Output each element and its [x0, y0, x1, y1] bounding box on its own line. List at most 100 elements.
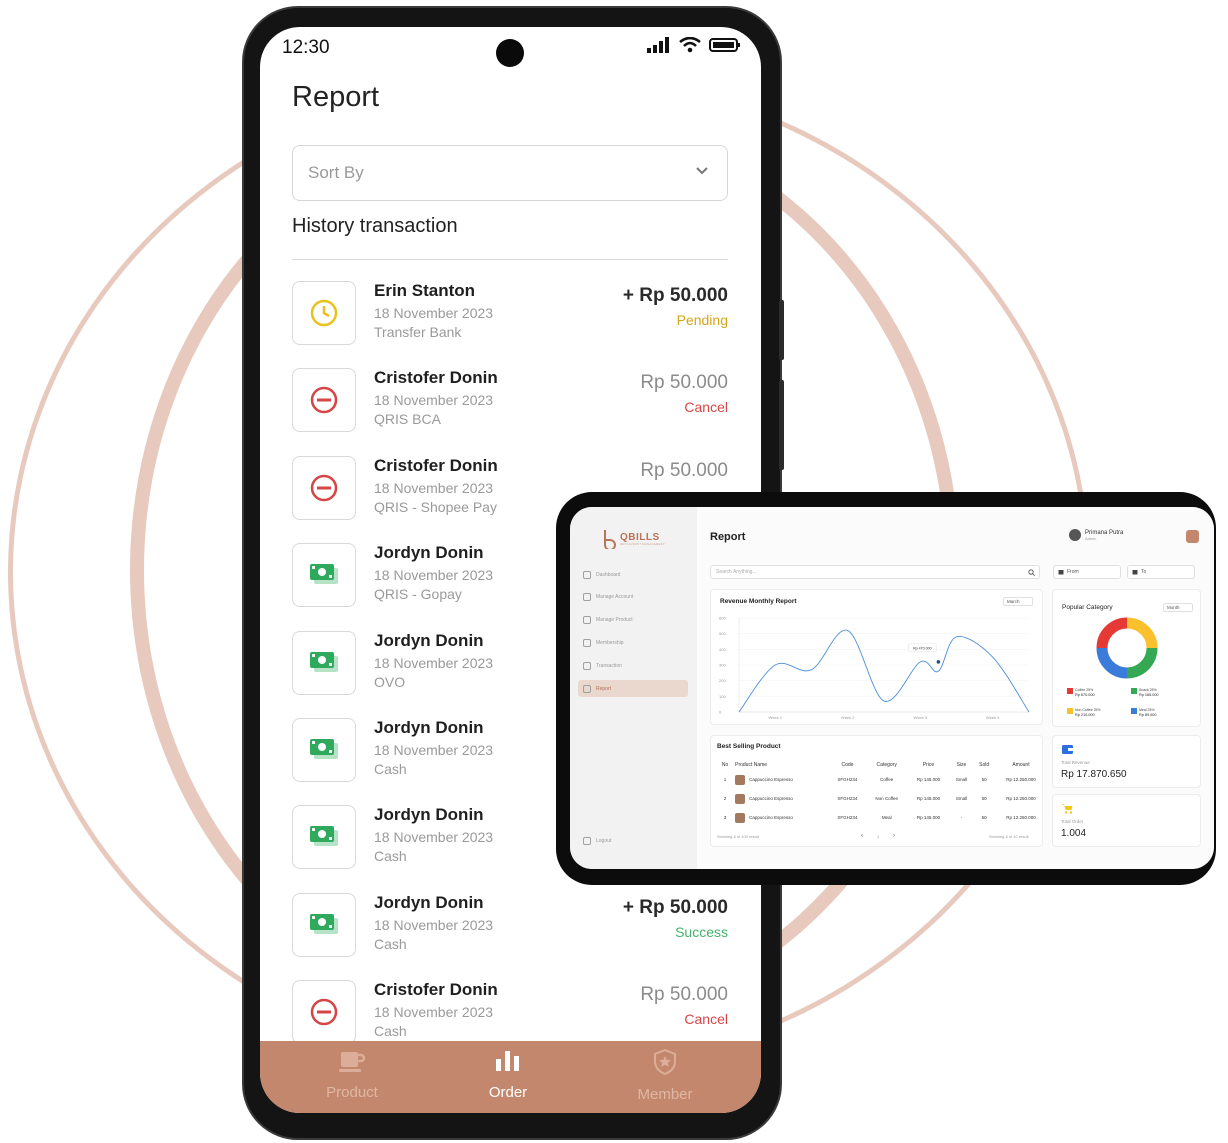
sidebar-item-manage-account[interactable]: Manage Account [578, 589, 688, 606]
product-name: Cappuccino Espresso [749, 814, 793, 820]
table-row[interactable]: 2 Cappuccino Espresso XFGH234 Non Coffee Rp … [717, 789, 1047, 808]
table-cell: 2 [723, 796, 727, 801]
legend-swatch [1131, 708, 1137, 714]
transaction-icon-box [292, 281, 356, 345]
transaction-date: 18 November 2023 [374, 829, 494, 846]
transaction-amount: + Rp 50.000 [622, 285, 728, 306]
phone-side-button [779, 300, 784, 360]
avatar [1069, 529, 1081, 541]
y-tick-label: 100 [719, 694, 726, 699]
logout-icon [583, 836, 591, 845]
page-title: Report [292, 81, 380, 113]
donut-slice [1126, 647, 1158, 679]
donut-slice [1096, 617, 1128, 649]
product-name: Cappuccino Espresso [749, 795, 793, 801]
best-selling-table: No Product Name Code Category Price Size Sold A… [717, 760, 1047, 827]
sidebar-item-manage-product[interactable]: Manage Product [578, 612, 688, 629]
pagination-next-icon[interactable]: › [893, 833, 895, 839]
transaction-row[interactable]: Cristofer Donin 18 November 2023 Cash Rp 50… [292, 980, 728, 1048]
pagination-page[interactable]: 1 [877, 834, 879, 839]
nav-label-product: Product [326, 1084, 378, 1101]
transaction-icon-box [292, 892, 356, 957]
sidebar-item-report[interactable]: Report [578, 680, 688, 697]
donut-slice [1096, 647, 1128, 679]
user-profile[interactable]: Primana Putra Admin [1069, 529, 1123, 541]
transaction-icon-box [292, 718, 356, 782]
sidebar-item-membership[interactable]: Membership [578, 634, 688, 651]
table-cell: XFGH234 [837, 815, 858, 820]
transaction-row[interactable]: Erin Stanton 18 November 2023 Transfer Ban… [292, 281, 728, 349]
column-header: Category [876, 762, 897, 768]
brand-name: QBILLS [620, 532, 660, 543]
history-title: History transaction [292, 215, 458, 237]
table-row[interactable]: 3 Cappuccino Espresso XFGH234 Meal Rp 145.00… [717, 808, 1047, 827]
transaction-amount: Rp 50.000 [640, 459, 728, 481]
date-to-label: To [1141, 569, 1147, 575]
cash-icon [310, 826, 338, 847]
coffee-cup-icon [339, 1052, 366, 1072]
transaction-row[interactable]: Jordyn Donin 18 November 2023 Cash + Rp 50.… [292, 892, 728, 961]
transaction-name: Jordyn Donin [374, 630, 484, 650]
menu-icon [583, 570, 591, 579]
table-cell: Rp 145.000 [916, 815, 941, 820]
transaction-method: Cash [374, 848, 407, 865]
signal-icon [647, 37, 669, 53]
y-tick-label: 500 [719, 631, 726, 636]
sidebar: QBILLS RESTAURANT MANAGEMENT Dashboard Ma… [570, 507, 697, 869]
pagination-prev-icon[interactable]: ‹ [861, 833, 863, 839]
cash-icon [310, 913, 338, 934]
notification-bell-icon[interactable] [1186, 530, 1199, 543]
transaction-name: Erin Stanton [374, 281, 476, 300]
wifi-icon [679, 37, 701, 53]
sidebar-item-dashboard[interactable]: Dashboard [578, 566, 688, 583]
divider [292, 259, 728, 260]
nav-item-product[interactable]: Product [282, 1049, 422, 1101]
highlight-point [936, 660, 941, 664]
transaction-name: Jordyn Donin [374, 805, 484, 825]
total-order-card: Total Order 1.004 [1052, 794, 1201, 847]
sidebar-item-label: Manage Product [596, 617, 633, 624]
sidebar-item-transaction[interactable]: Transaction [578, 657, 688, 674]
transaction-date: 18 November 2023 [374, 305, 494, 321]
popular-category-card: Popular Category Month Coffee 25% Rp 670.… [1052, 589, 1201, 727]
qbills-logo-icon [604, 530, 616, 549]
table-cell: XFGH234 [837, 796, 858, 801]
transaction-icon-box [292, 980, 356, 1045]
menu-icon [583, 616, 591, 625]
table-cell: 1 [723, 777, 727, 782]
menu-icon [583, 684, 591, 693]
brand-logo: QBILLS RESTAURANT MANAGEMENT [602, 529, 665, 549]
transaction-method: QRIS - Shopee Pay [374, 498, 497, 515]
legend-swatch [1067, 688, 1073, 694]
logout-button[interactable]: Logout [578, 832, 688, 849]
table-cell: Small [955, 796, 968, 801]
column-header: Product Name [735, 762, 768, 768]
transaction-status: Success [675, 923, 728, 940]
transaction-method: OVO [374, 673, 406, 690]
nav-item-member[interactable]: Member [595, 1048, 735, 1103]
transaction-row[interactable]: Cristofer Donin 18 November 2023 QRIS BCA R… [292, 368, 728, 436]
bar-chart-icon [496, 1051, 519, 1071]
nav-item-order[interactable]: Order [438, 1049, 578, 1101]
sidebar-item-label: Dashboard [596, 571, 621, 578]
transaction-status: Pending [676, 312, 728, 328]
search-icon [1028, 569, 1035, 576]
total-order-label: Total Order [1061, 819, 1084, 824]
menu-icon [583, 593, 591, 602]
pagination-info-right: Showing 4 of 10 result [989, 834, 1029, 839]
cancel-icon [310, 998, 338, 1026]
transaction-name: Jordyn Donin [374, 543, 484, 563]
transaction-date: 18 November 2023 [374, 392, 494, 409]
transaction-date: 18 November 2023 [374, 742, 494, 758]
date-from-picker[interactable]: From [1053, 565, 1121, 579]
brand-tagline: RESTAURANT MANAGEMENT [620, 543, 666, 546]
transaction-icon-box [292, 455, 356, 520]
y-tick-label: 0 [719, 710, 722, 715]
date-to-picker[interactable]: To [1127, 565, 1195, 579]
menu-icon [583, 661, 591, 670]
legend-label: Non Coffee 25% [1075, 708, 1101, 712]
sort-by-dropdown[interactable]: Sort By [292, 145, 728, 201]
search-input[interactable]: Search Anything... [710, 565, 1040, 579]
table-row[interactable]: 1 Cappuccino Espresso XFGH234 Coffee Rp 145.… [717, 770, 1047, 789]
legend-value: Rp 165.000 [1139, 693, 1159, 697]
